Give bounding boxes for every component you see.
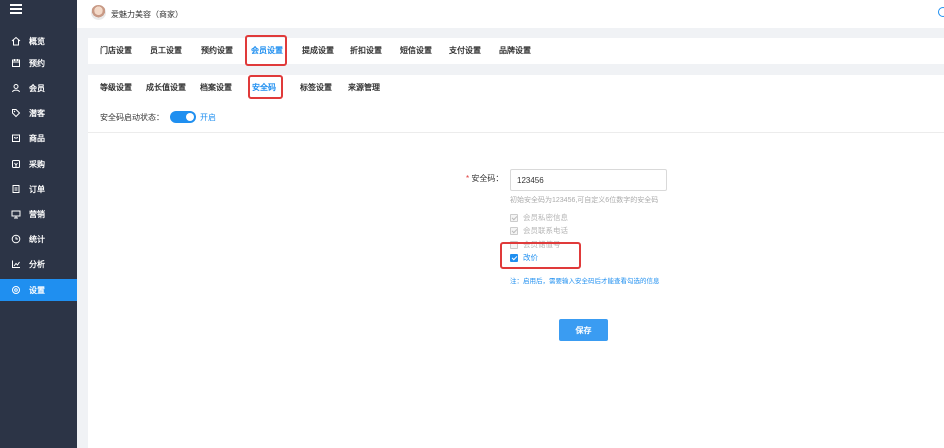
sidebar-item-label: 采购 <box>29 159 45 169</box>
tab-brand-settings[interactable]: 品牌设置 <box>499 38 531 64</box>
tab-commission-settings[interactable]: 提成设置 <box>302 38 334 64</box>
checkbox <box>510 213 518 222</box>
settings-tabs: 门店设置 员工设置 预约设置 会员设置 提成设置 折扣设置 短信设置 支付设置 … <box>88 38 944 64</box>
tab-staff-settings[interactable]: 员工设置 <box>150 38 182 64</box>
save-button[interactable]: 保存 <box>559 319 608 341</box>
option-member-private-info: 会员私密信息 <box>510 212 568 223</box>
menu-toggle-icon[interactable] <box>10 4 22 14</box>
sidebar-item-label: 商品 <box>29 133 45 143</box>
member-subtabs: 等级设置 成长值设置 档案设置 安全码 标签设置 来源管理 <box>88 75 944 101</box>
sidebar-item-label: 概览 <box>29 36 45 46</box>
tab-appointment-settings[interactable]: 预约设置 <box>201 38 233 64</box>
calendar-icon <box>10 57 22 69</box>
tab-store-settings[interactable]: 门店设置 <box>100 38 132 64</box>
shop-name[interactable]: 爱魅力美容（商家） <box>111 9 183 20</box>
sidebar-item-label: 统计 <box>29 234 45 244</box>
highlight-box <box>248 75 283 99</box>
sidebar-item-overview[interactable]: 概览 <box>0 30 77 52</box>
security-code-panel: 安全码启动状态： 开启 * 安全码： 初始安全码为123456,可自定义6位数字… <box>88 101 944 448</box>
security-code-hint: 初始安全码为123456,可自定义6位数字的安全码 <box>510 197 659 204</box>
sidebar-item-label: 潜客 <box>29 108 45 118</box>
sidebar-item-label: 会员 <box>29 83 45 93</box>
tab-level-settings[interactable]: 等级设置 <box>100 75 132 101</box>
sidebar-item-label: 营销 <box>29 209 45 219</box>
tab-payment-settings[interactable]: 支付设置 <box>449 38 481 64</box>
sidebar-item-analysis[interactable]: 分析 <box>0 253 77 275</box>
sidebar-item-label: 设置 <box>29 285 45 295</box>
sidebar-item-label: 分析 <box>29 259 45 269</box>
security-code-input[interactable] <box>510 169 667 191</box>
option-label: 会员私密信息 <box>523 213 568 222</box>
sidebar-item-label: 订单 <box>29 184 45 194</box>
tab-sms-settings[interactable]: 短信设置 <box>400 38 432 64</box>
tab-archive-settings[interactable]: 档案设置 <box>200 75 232 101</box>
sidebar: 概览 预约 会员 潜客 商品 采购 订单 营销 统计 分析 设置 <box>0 0 77 448</box>
sidebar-item-order[interactable]: 订单 <box>0 178 77 200</box>
highlight-box <box>500 242 581 269</box>
security-code-label: * 安全码： <box>466 173 503 184</box>
status-label: 安全码启动状态： <box>100 112 164 122</box>
purchase-icon <box>10 158 22 170</box>
order-icon <box>10 183 22 195</box>
sidebar-item-statistics[interactable]: 统计 <box>0 228 77 250</box>
security-code-label-text: 安全码： <box>471 174 504 183</box>
sidebar-item-purchase[interactable]: 采购 <box>0 153 77 175</box>
avatar[interactable] <box>91 5 106 20</box>
help-icon[interactable] <box>938 7 944 17</box>
status-row: 安全码启动状态： 开启 <box>100 111 216 123</box>
sidebar-item-member[interactable]: 会员 <box>0 77 77 99</box>
security-code-note: 注：启用后，需要输入安全码后才能查看勾选的信息 <box>510 278 660 285</box>
tag-icon <box>10 107 22 119</box>
sidebar-item-appointment[interactable]: 预约 <box>0 52 77 74</box>
top-header: 爱魅力美容（商家） <box>77 0 944 28</box>
required-mark: * <box>466 174 470 183</box>
switch-state-text: 开启 <box>200 112 216 122</box>
chart-icon <box>10 258 22 270</box>
checkbox <box>510 226 518 235</box>
tab-label-settings[interactable]: 标签设置 <box>300 75 332 101</box>
highlight-box <box>245 35 287 66</box>
tab-growth-settings[interactable]: 成长值设置 <box>146 75 186 101</box>
tab-source-management[interactable]: 来源管理 <box>348 75 380 101</box>
sidebar-item-prospect[interactable]: 潜客 <box>0 102 77 124</box>
option-member-phone: 会员联系电话 <box>510 225 568 236</box>
sidebar-item-product[interactable]: 商品 <box>0 127 77 149</box>
divider <box>88 132 944 133</box>
user-icon <box>10 82 22 94</box>
sidebar-item-marketing[interactable]: 营销 <box>0 203 77 225</box>
box-icon <box>10 132 22 144</box>
tab-discount-settings[interactable]: 折扣设置 <box>350 38 382 64</box>
enable-switch[interactable] <box>170 111 196 123</box>
gear-icon <box>10 284 22 296</box>
home-icon <box>10 35 22 47</box>
marketing-icon <box>10 208 22 220</box>
clock-icon <box>10 233 22 245</box>
sidebar-item-settings[interactable]: 设置 <box>0 279 77 301</box>
option-label: 会员联系电话 <box>523 226 568 235</box>
sidebar-item-label: 预约 <box>29 58 45 68</box>
